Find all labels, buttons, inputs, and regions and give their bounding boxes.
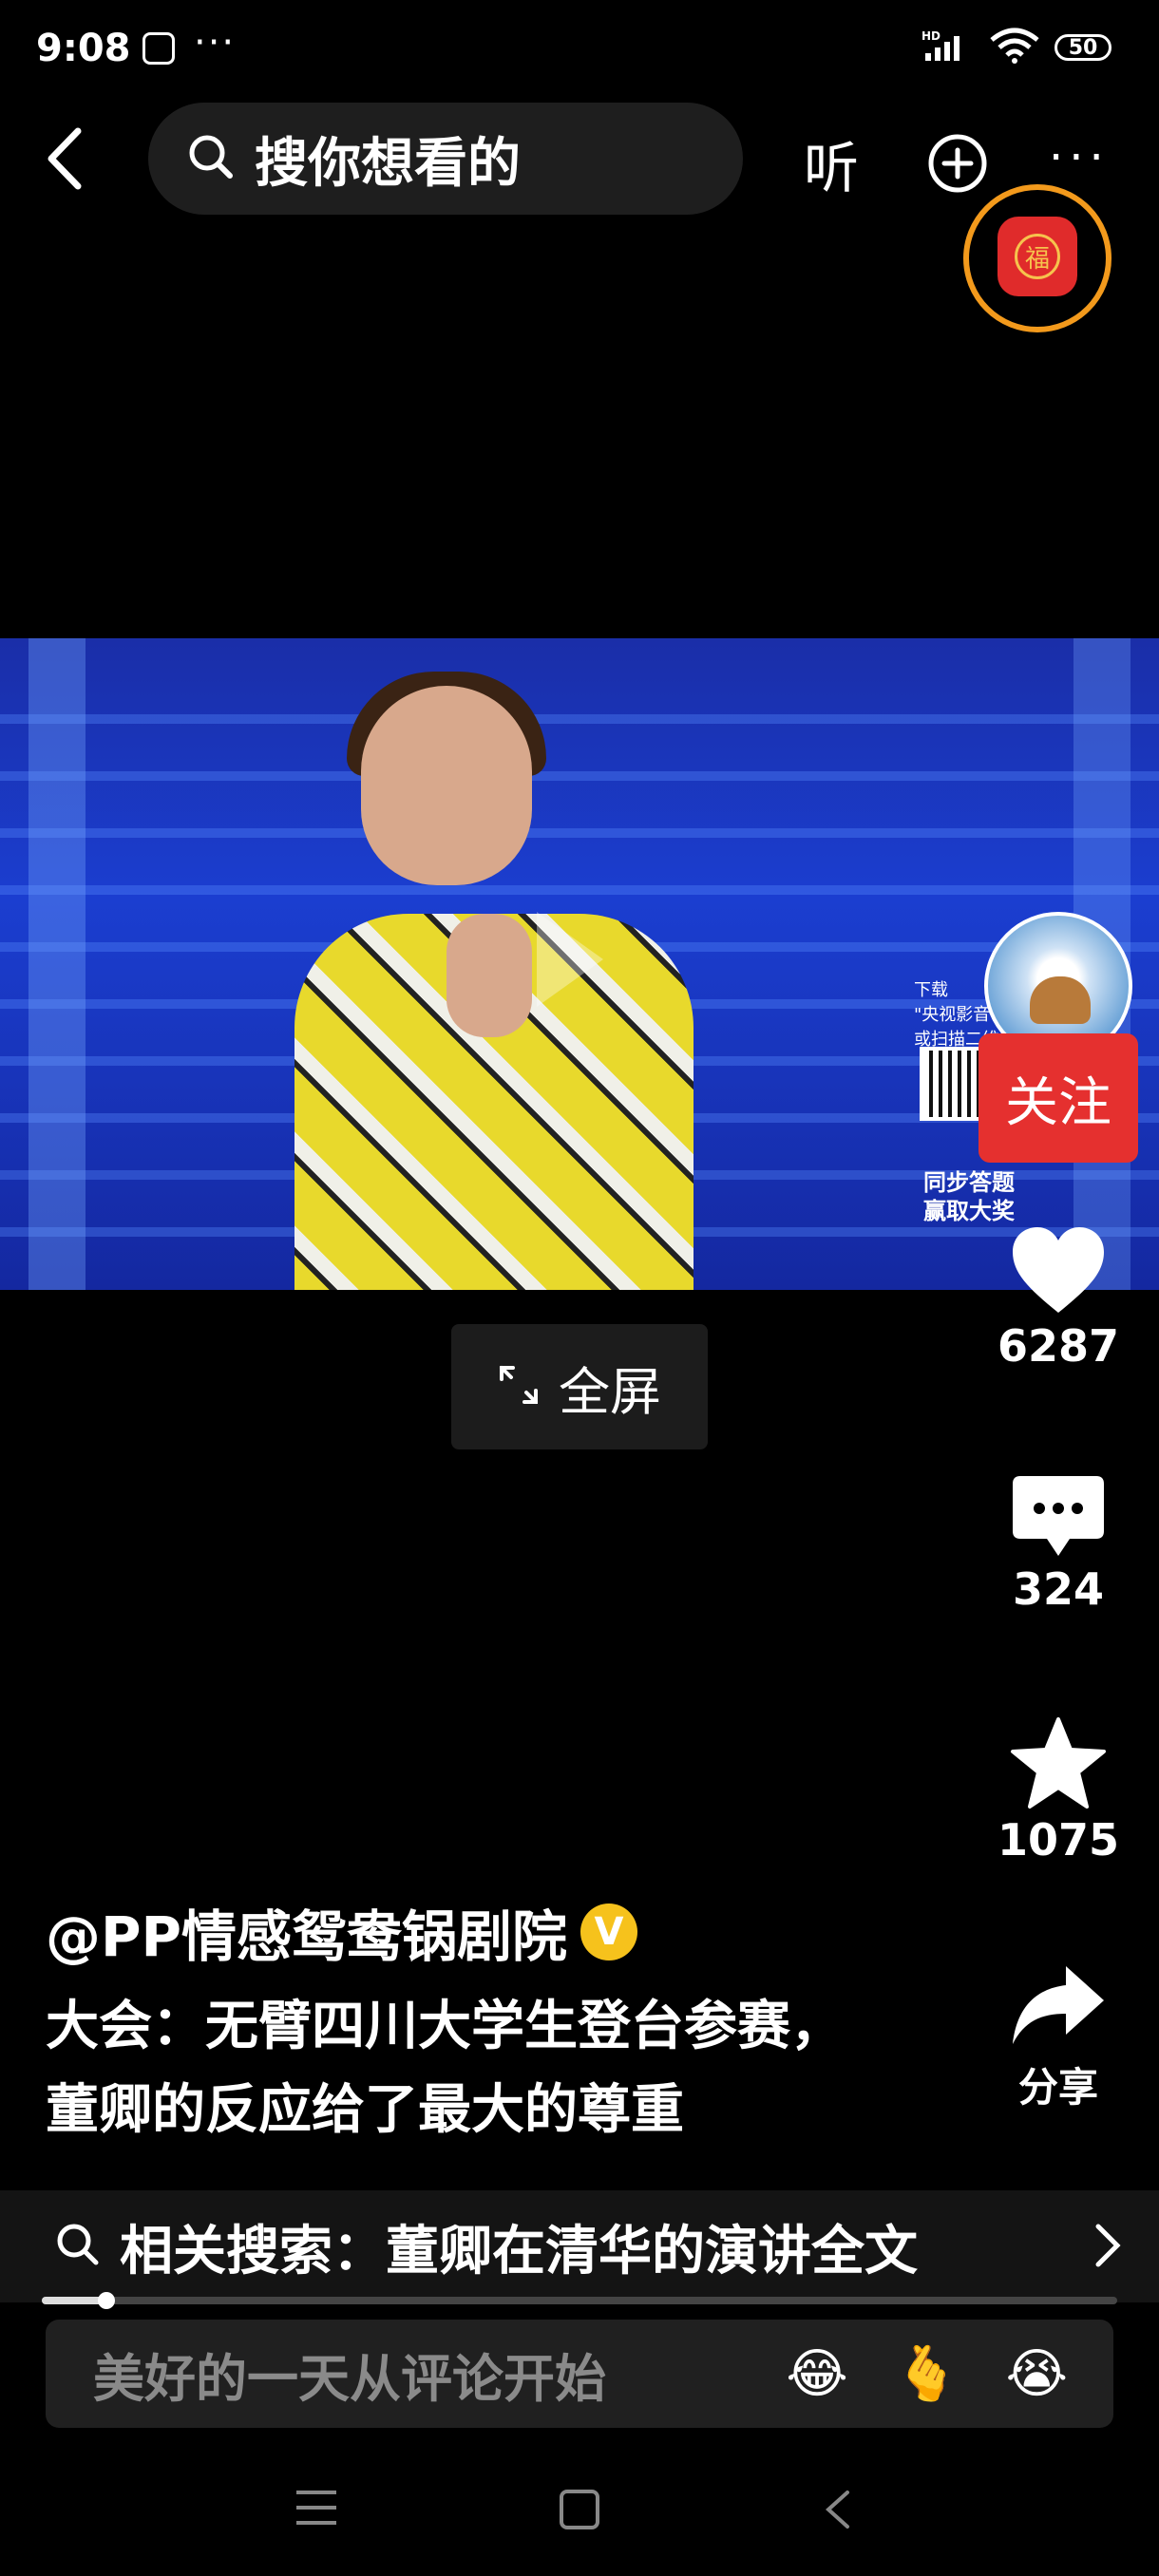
- video-player[interactable]: 下载 "央视影音 或扫描二维 同步答题 赢取大奖: [0, 638, 1159, 1290]
- caption-line: 董卿的反应给了最大的尊重: [46, 2079, 684, 2141]
- caption-line: 大会：无臂四川大学生登台参赛，: [46, 1996, 844, 2057]
- finger-heart-emoji-button[interactable]: 🫰: [894, 2342, 960, 2405]
- search-bar[interactable]: 搜你想看的: [148, 103, 743, 215]
- search-icon: [186, 132, 236, 185]
- crying-emoji-button[interactable]: 😭: [1006, 2343, 1068, 2405]
- share-button[interactable]: 分享: [982, 1960, 1134, 2113]
- play-icon: [537, 912, 603, 1007]
- like-button[interactable]: 6287: [982, 1225, 1134, 1372]
- related-search-text: 相关搜索：董卿在清华的演讲全文: [120, 2220, 918, 2282]
- chevron-right-icon: [1094, 2221, 1121, 2274]
- verified-badge-icon: V: [580, 1904, 638, 1960]
- video-prize-text: 同步答题 赢取大奖: [923, 1169, 1015, 1224]
- share-arrow-icon: [1009, 1966, 1108, 2055]
- search-icon: [55, 2222, 101, 2271]
- author-name[interactable]: @PP情感鸳鸯锅剧院 V: [46, 1892, 638, 1972]
- red-envelope-badge[interactable]: 福: [963, 184, 1112, 332]
- search-placeholder: 搜你想看的: [255, 132, 521, 195]
- wifi-icon: [990, 27, 1039, 68]
- fullscreen-button[interactable]: 全屏: [451, 1324, 708, 1449]
- back-nav-button[interactable]: [823, 2489, 851, 2534]
- back-button[interactable]: [42, 125, 89, 192]
- comment-placeholder: 美好的一天从评论开始: [93, 2348, 606, 2409]
- progress-handle[interactable]: [97, 2292, 115, 2309]
- like-count: 6287: [997, 1320, 1120, 1372]
- progress-fill: [42, 2297, 106, 2304]
- comment-icon: [1011, 1476, 1106, 1563]
- comment-input[interactable]: 美好的一天从评论开始 😂 🫰 😭: [46, 2320, 1113, 2428]
- related-search-bar[interactable]: 相关搜索：董卿在清华的演讲全文: [0, 2190, 1159, 2302]
- speaker-face: [361, 686, 532, 885]
- video-caption: 大会：无臂四川大学生登台参赛， 董卿的反应给了最大的尊重: [46, 1985, 939, 2152]
- expand-icon: [498, 1364, 540, 1410]
- speaker-hand: [446, 914, 532, 1037]
- favorite-count: 1075: [997, 1814, 1120, 1866]
- status-time: 9:08: [36, 27, 131, 70]
- svg-text:HD: HD: [922, 29, 940, 43]
- video-progress-bar[interactable]: [42, 2292, 1117, 2309]
- comment-button[interactable]: 324: [982, 1472, 1134, 1615]
- status-indicators: HD 50: [922, 27, 1112, 68]
- signal-icon: HD: [922, 28, 975, 66]
- battery-icon: 50: [1054, 34, 1112, 61]
- status-more-icon: ···: [194, 21, 237, 65]
- add-button[interactable]: [927, 133, 988, 194]
- favorite-button[interactable]: 1075: [982, 1715, 1134, 1866]
- fu-label: 福: [1015, 234, 1060, 279]
- home-nav-button[interactable]: [559, 2489, 600, 2534]
- share-label: 分享: [1017, 2064, 1098, 2111]
- fullscreen-label: 全屏: [559, 1361, 661, 1422]
- menu-nav-button[interactable]: [294, 2489, 338, 2530]
- star-icon: [1009, 1717, 1108, 1814]
- heart-icon: [1009, 1227, 1108, 1320]
- red-envelope-icon: 福: [998, 217, 1077, 296]
- more-options-button[interactable]: ···: [1049, 135, 1110, 180]
- laughing-emoji-button[interactable]: 😂: [786, 2343, 847, 2405]
- follow-button[interactable]: 关注: [978, 1033, 1138, 1163]
- comment-count: 324: [1012, 1563, 1105, 1615]
- listen-button[interactable]: 听: [804, 123, 859, 203]
- app-notification-icon: [142, 32, 175, 65]
- author-handle: @PP情感鸳鸯锅剧院: [46, 1904, 568, 1969]
